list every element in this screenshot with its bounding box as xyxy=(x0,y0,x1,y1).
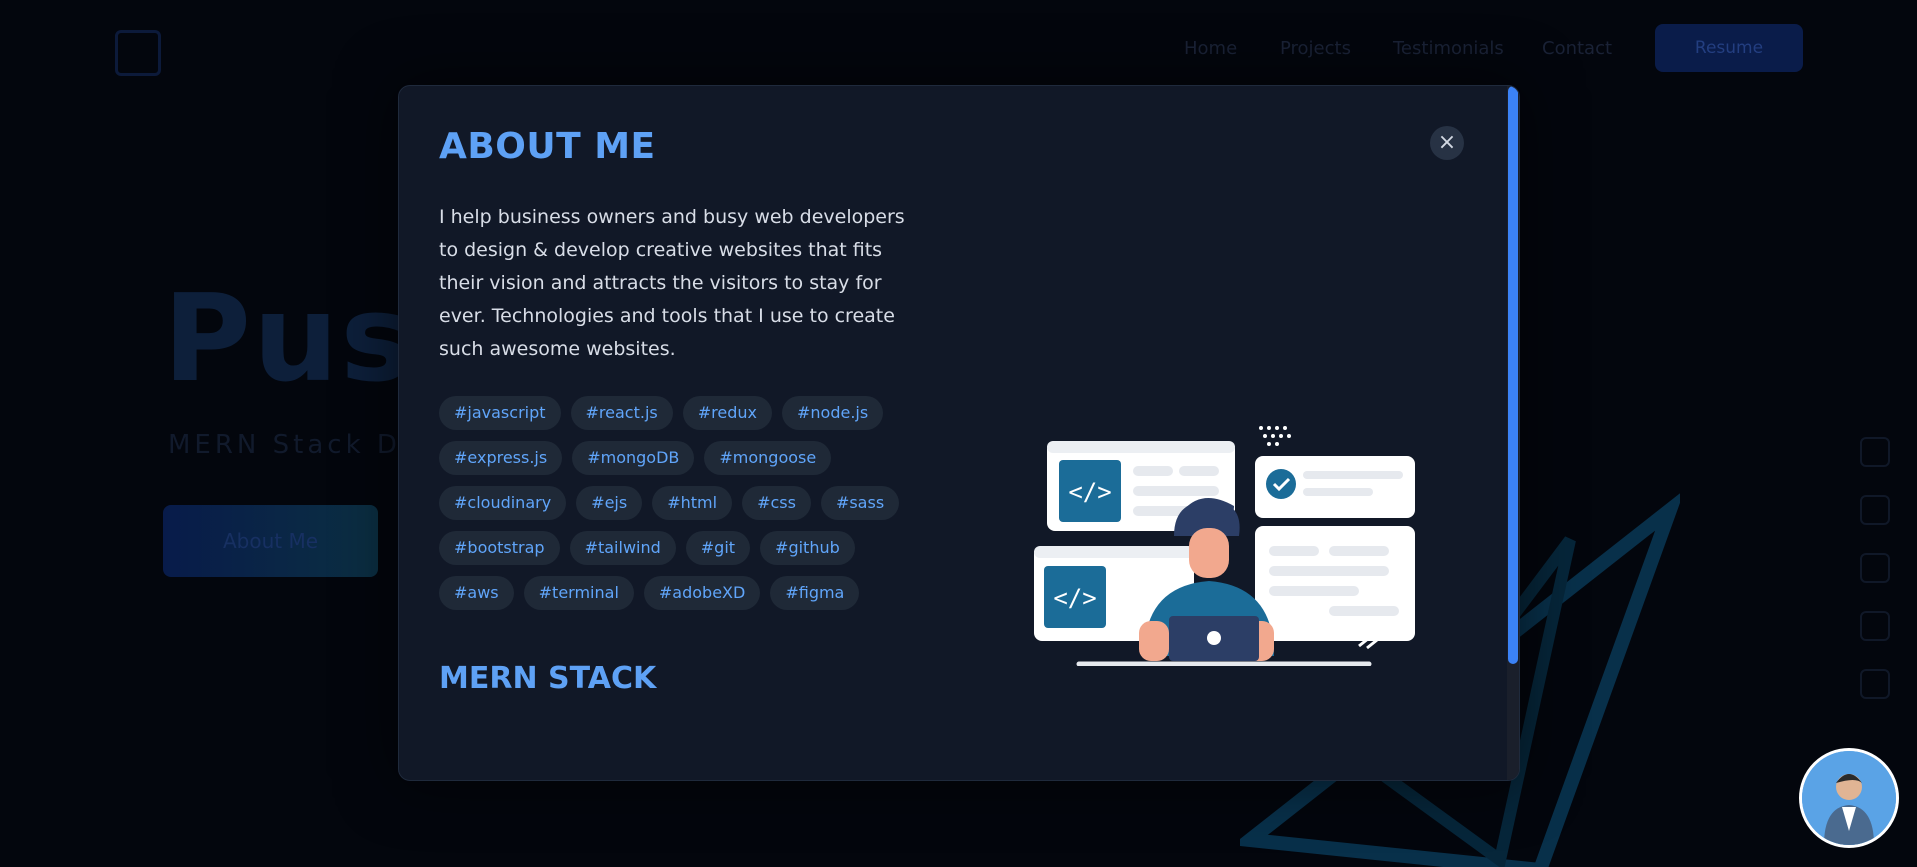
nav-link-home[interactable]: Home xyxy=(1184,38,1237,59)
tech-tag-git: #git xyxy=(685,531,751,565)
svg-text:</>: </> xyxy=(1068,478,1111,506)
tech-tag-terminal: #terminal xyxy=(523,576,634,610)
avatar[interactable] xyxy=(1799,748,1899,848)
tech-tag-aws: #aws xyxy=(439,576,514,610)
about-me-modal: ABOUT ME × I help business owners and bu… xyxy=(398,85,1520,781)
tech-tag-figma: #figma xyxy=(770,576,860,610)
tech-tag-sass: #sass xyxy=(820,486,900,520)
close-icon[interactable]: × xyxy=(1430,126,1464,160)
tech-tag-javascript: #javascript xyxy=(439,396,561,430)
section-title-mern-stack: MERN STACK xyxy=(439,661,657,696)
social-icon-5[interactable] xyxy=(1860,669,1890,699)
social-icon-3[interactable] xyxy=(1860,553,1890,583)
tech-tag-mongoose: #mongoose xyxy=(704,441,832,475)
tech-tag-css: #css xyxy=(742,486,811,520)
modal-title: ABOUT ME xyxy=(439,126,656,167)
tech-tag-html: #html xyxy=(652,486,733,520)
scrollbar-thumb[interactable] xyxy=(1508,86,1518,664)
tech-tag-mongodb: #mongoDB xyxy=(572,441,695,475)
modal-scrollbar[interactable] xyxy=(1507,86,1519,780)
tech-tag-bootstrap: #bootstrap xyxy=(439,531,560,565)
tag-row: #express.js #mongoDB #mongoose xyxy=(439,441,919,475)
tag-row: #cloudinary #ejs #html #css #sass xyxy=(439,486,919,520)
site-logo[interactable] xyxy=(115,30,161,76)
mern-stack-icons xyxy=(439,766,959,781)
tech-tag-list: #javascript #react.js #redux #node.js #expre… xyxy=(439,396,919,621)
social-icon-1[interactable] xyxy=(1860,437,1890,467)
social-icon-4[interactable] xyxy=(1860,611,1890,641)
tech-tag-node-js: #node.js xyxy=(781,396,884,430)
nav-link-contact[interactable]: Contact xyxy=(1542,38,1612,59)
nav-link-projects[interactable]: Projects xyxy=(1280,38,1351,59)
tag-row: #bootstrap #tailwind #git #github xyxy=(439,531,919,565)
tech-tag-ejs: #ejs xyxy=(576,486,643,520)
svg-text:</>: </> xyxy=(1053,584,1096,612)
tech-tag-adobexd: #adobeXD xyxy=(643,576,761,610)
tech-tag-react-js: #react.js xyxy=(570,396,673,430)
about-description: I help business owners and busy web deve… xyxy=(439,206,905,360)
tag-row: #javascript #react.js #redux #node.js xyxy=(439,396,919,430)
resume-button[interactable]: Resume xyxy=(1655,24,1803,72)
top-nav: Home Projects Testimonials Contact Resum… xyxy=(0,22,1917,76)
tech-tag-github: #github xyxy=(760,531,855,565)
about-me-button[interactable]: About Me xyxy=(163,505,378,577)
tech-tag-redux: #redux xyxy=(682,396,772,430)
social-icon-2[interactable] xyxy=(1860,495,1890,525)
tech-tag-tailwind: #tailwind xyxy=(569,531,676,565)
hero-subtitle: MERN Stack De xyxy=(168,430,421,460)
tech-tag-cloudinary: #cloudinary xyxy=(439,486,567,520)
tech-tag-express-js: #express.js xyxy=(439,441,563,475)
person-in-suit-icon xyxy=(1802,751,1896,845)
developer-at-laptop-illustration: </> </> xyxy=(1034,426,1415,666)
tag-row: #aws #terminal #adobeXD #figma xyxy=(439,576,919,610)
nav-link-testimonials[interactable]: Testimonials xyxy=(1393,38,1504,59)
